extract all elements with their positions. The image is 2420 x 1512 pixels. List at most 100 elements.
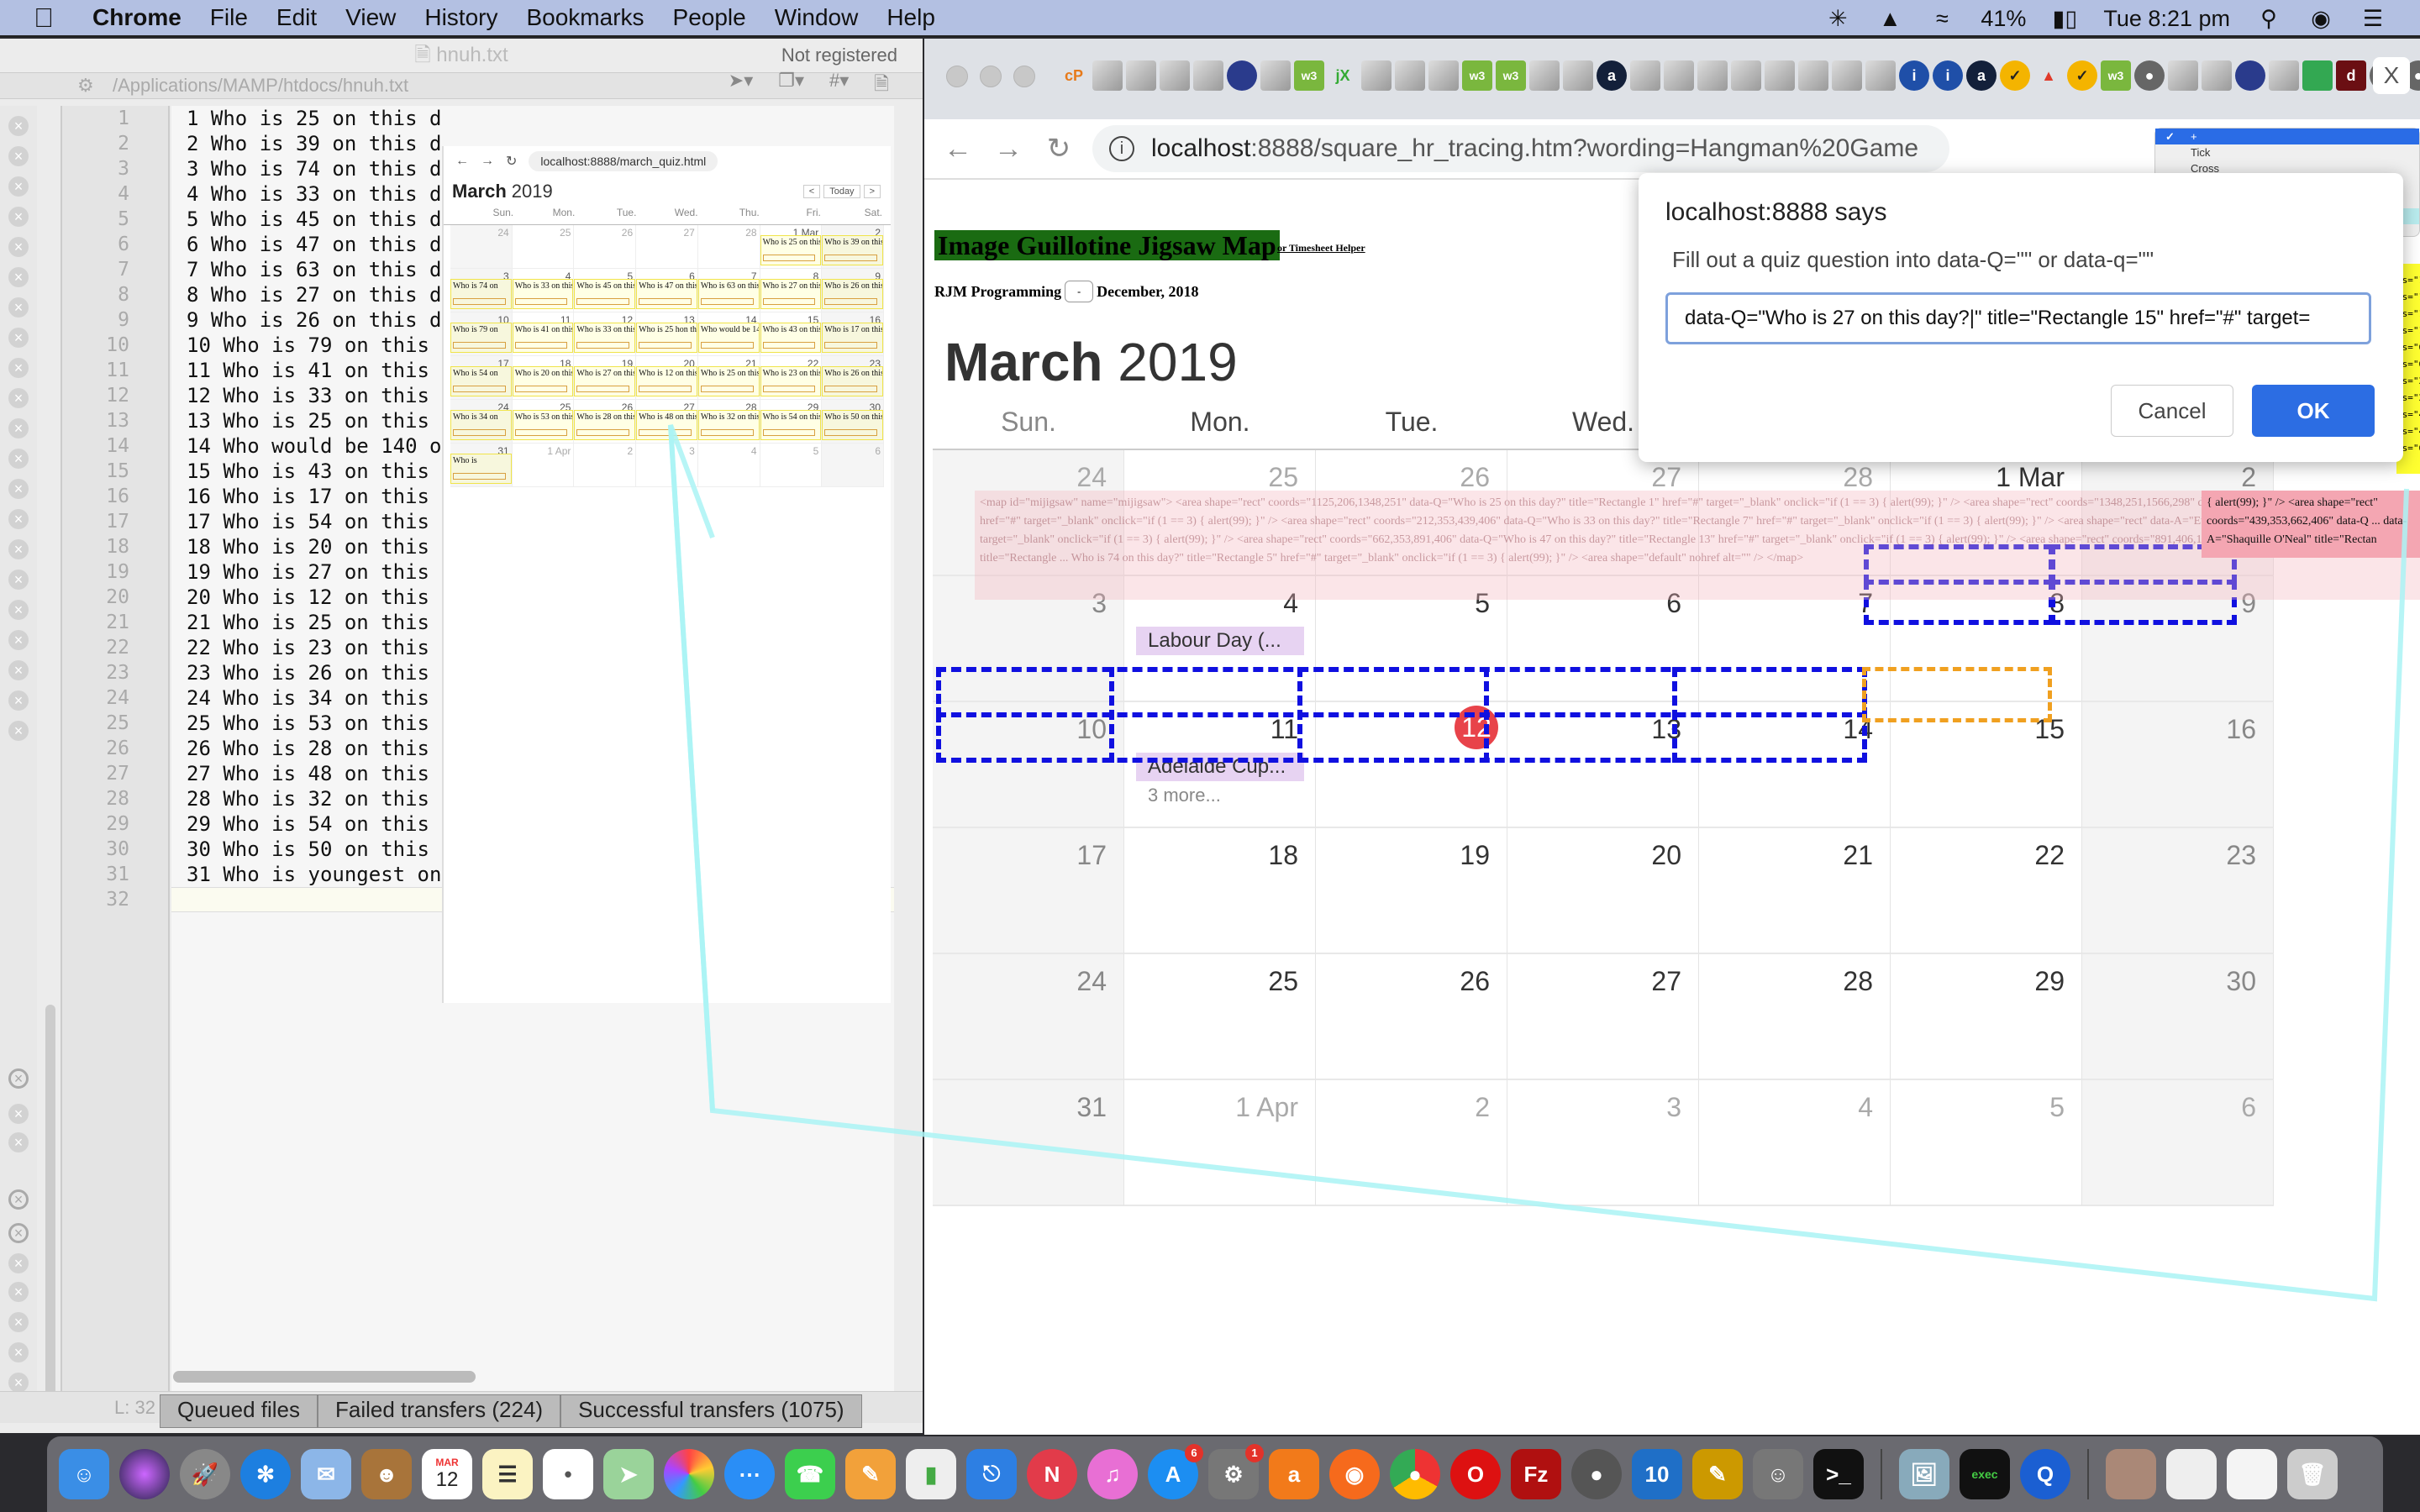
close-marker-icon[interactable]: × <box>8 1342 29 1362</box>
day-cell[interactable]: 29 <box>1891 954 2082 1080</box>
notes-icon[interactable]: ☰ <box>482 1449 533 1499</box>
close-marker-icon[interactable]: × <box>8 1282 29 1302</box>
close-marker-icon[interactable]: × <box>8 449 29 469</box>
horizontal-scrollbar[interactable] <box>173 1371 476 1383</box>
wifi-icon[interactable]: ≈ <box>1928 7 1955 30</box>
close-marker-icon[interactable]: × <box>8 1253 29 1273</box>
battery-icon[interactable]: ▮▯ <box>2051 7 2078 30</box>
day-cell[interactable]: 23 <box>2082 828 2274 954</box>
bookmark-favicon[interactable] <box>1395 60 1425 91</box>
option-plus[interactable]: + <box>2155 129 2419 144</box>
close-marker-icon[interactable]: × <box>8 1189 29 1210</box>
paintbrush-icon[interactable]: ✎ <box>1692 1449 1743 1499</box>
close-marker-icon[interactable]: × <box>8 267 29 287</box>
reload-button[interactable]: ↻ <box>1034 132 1084 165</box>
file-path[interactable]: /Applications/MAMP/htdocs/hnuh.txt <box>113 75 408 97</box>
avast-icon[interactable]: ✳ <box>1824 7 1851 30</box>
back-button[interactable]: ← <box>933 133 983 165</box>
menu-history[interactable]: History <box>424 4 497 31</box>
bookmark-favicon[interactable] <box>1092 60 1123 91</box>
day-cell[interactable]: 22 <box>1891 828 2082 954</box>
map-rect-row2-a[interactable] <box>936 667 1867 717</box>
launchpad-icon[interactable]: 🚀 <box>180 1449 230 1499</box>
documents-stack-icon[interactable] <box>2166 1449 2217 1499</box>
close-marker-icon[interactable]: × <box>8 1104 29 1124</box>
day-cell[interactable]: 21 <box>1699 828 1891 954</box>
day-cell[interactable]: 24 <box>933 954 1124 1080</box>
close-marker-icon[interactable]: × <box>8 1068 29 1089</box>
amazon-bookmark-icon[interactable]: a <box>1966 60 1996 91</box>
bookmark-favicon[interactable] <box>1126 60 1156 91</box>
clock[interactable]: Tue 8:21 pm <box>2103 6 2230 32</box>
bookmark-favicon[interactable] <box>2269 60 2299 91</box>
bookmark-favicon[interactable] <box>1731 60 1761 91</box>
close-marker-icon[interactable]: × <box>8 1373 29 1393</box>
close-marker-icon[interactable]: × <box>8 297 29 318</box>
site-info-icon[interactable]: i <box>1109 136 1134 161</box>
bookmark-favicon[interactable] <box>1630 60 1660 91</box>
check-bookmark-icon[interactable]: ✓ <box>2000 60 2030 91</box>
hash-menu-icon[interactable]: #▾ <box>829 70 849 102</box>
menu-app-chrome[interactable]: Chrome <box>92 4 182 31</box>
tab-successful-transfers[interactable]: Successful transfers (1075) <box>560 1394 862 1428</box>
spotlight-search-icon[interactable]: ⚲ <box>2255 7 2282 30</box>
forward-button[interactable]: → <box>983 133 1034 165</box>
avast-dock-icon[interactable]: a <box>1269 1449 1319 1499</box>
map-rect-row2-b[interactable] <box>936 712 1867 763</box>
day-cell[interactable]: 20 <box>1507 828 1699 954</box>
close-marker-icon[interactable]: × <box>8 328 29 348</box>
window-minimize-button[interactable] <box>980 66 1002 87</box>
finder-icon[interactable]: ☺ <box>59 1449 109 1499</box>
day-cell[interactable]: 18 <box>1124 828 1316 954</box>
mamp-bookmark-icon[interactable]: ● <box>2134 60 2165 91</box>
close-tab-button[interactable]: X <box>2373 57 2410 94</box>
menu-people[interactable]: People <box>673 4 746 31</box>
d-bookmark-icon[interactable]: d <box>2336 60 2366 91</box>
clipboard-menu-icon[interactable]: ❐▾ <box>778 70 804 102</box>
close-marker-icon[interactable]: × <box>8 418 29 438</box>
close-marker-icon[interactable]: × <box>8 570 29 590</box>
close-marker-icon[interactable]: × <box>8 600 29 620</box>
trash-icon[interactable]: 🗑 <box>2287 1449 2338 1499</box>
news-icon[interactable]: N <box>1027 1449 1077 1499</box>
calendar-event[interactable]: Labour Day (... <box>1136 627 1304 655</box>
menu-help[interactable]: Help <box>886 4 935 31</box>
tab-queued-files[interactable]: Queued files <box>160 1394 318 1428</box>
opera-icon[interactable]: O <box>1450 1449 1501 1499</box>
day-cell[interactable]: 5 <box>1891 1080 2082 1206</box>
safari-icon[interactable]: ✻ <box>240 1449 291 1499</box>
jx-bookmark-icon[interactable]: jX <box>1328 60 1358 91</box>
day-cell[interactable]: 2 <box>1316 1080 1507 1206</box>
byline-select[interactable]: - <box>1065 281 1094 302</box>
close-marker-icon[interactable]: × <box>8 207 29 227</box>
day-cell[interactable]: 27 <box>1507 954 1699 1080</box>
close-marker-icon[interactable]: × <box>8 176 29 197</box>
bookmark-favicon[interactable] <box>1193 60 1223 91</box>
close-marker-icon[interactable]: × <box>8 660 29 680</box>
address-bar[interactable]: i localhost:8888/square_hr_tracing.htm?w… <box>1092 125 1949 172</box>
bookmark-favicon[interactable] <box>1428 60 1459 91</box>
calendar-icon[interactable]: MAR 12 <box>422 1449 472 1499</box>
reminders-icon[interactable]: • <box>543 1449 593 1499</box>
bookmark-favicon[interactable] <box>1697 60 1728 91</box>
check-bookmark-icon[interactable]: ✓ <box>2067 60 2097 91</box>
mail-icon[interactable]: ✉ <box>301 1449 351 1499</box>
dialog-input[interactable]: data-Q="Who is 27 on this day?|" title="… <box>1665 292 2371 344</box>
downloads-stack-icon[interactable] <box>2106 1449 2156 1499</box>
itunes-icon[interactable]: ♫ <box>1087 1449 1138 1499</box>
apple-menu-icon[interactable]:  <box>34 3 67 34</box>
app-store-icon[interactable]: A6 <box>1148 1444 1203 1499</box>
firefox-icon[interactable]: ◉ <box>1329 1449 1380 1499</box>
bookmark-favicon[interactable] <box>2202 60 2232 91</box>
keynote-icon[interactable]: ⎋ <box>966 1449 1017 1499</box>
close-marker-icon[interactable]: × <box>8 1223 29 1243</box>
quicktime-icon[interactable]: Q <box>2020 1449 2070 1499</box>
ok-button[interactable]: OK <box>2252 385 2375 437</box>
w3schools-bookmark-icon[interactable]: w3 <box>1462 60 1492 91</box>
bookmark-favicon[interactable] <box>1798 60 1828 91</box>
facetime-icon[interactable]: ☎ <box>785 1449 835 1499</box>
day-cell[interactable]: 28 <box>1699 954 1891 1080</box>
day-cell[interactable]: 30 <box>2082 954 2274 1080</box>
w3schools-bookmark-icon[interactable]: w3 <box>1496 60 1526 91</box>
cancel-button[interactable]: Cancel <box>2111 385 2233 437</box>
